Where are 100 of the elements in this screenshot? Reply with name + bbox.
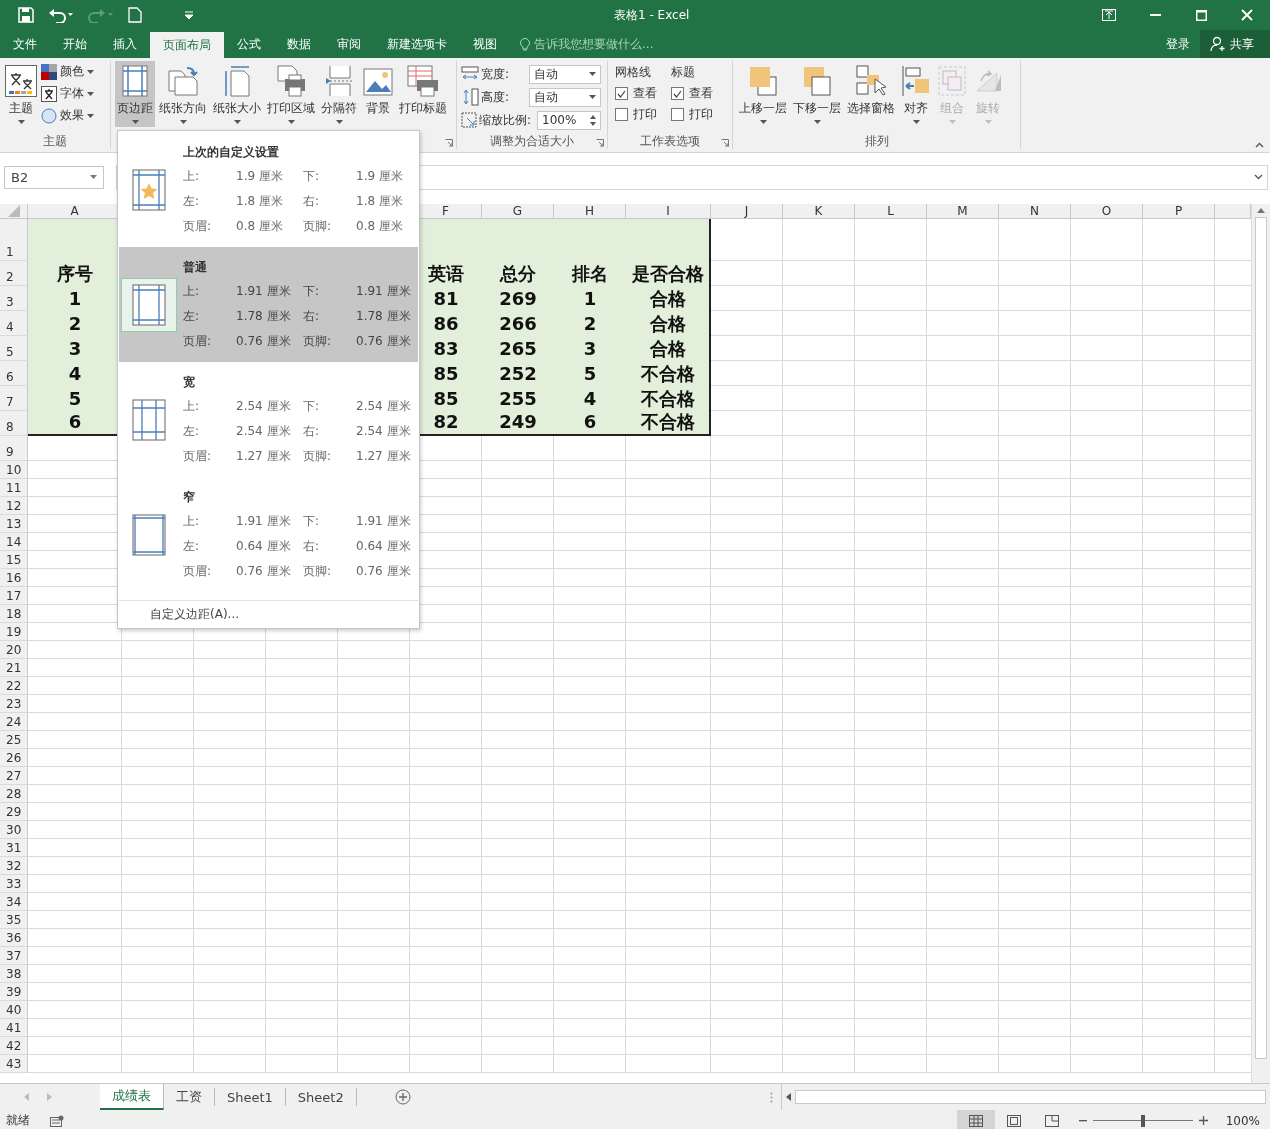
margin-preset-item[interactable]: 普通 上: 1.91 厘米 下: 1.91 厘米 左: 1.78 厘米 右: 1.78 厘米 页眉: 0.76 厘米 页脚: 0.76 厘米	[119, 247, 418, 362]
column-header[interactable]: J	[711, 204, 783, 219]
column-header[interactable]: N	[999, 204, 1071, 219]
row-header[interactable]: 18	[0, 605, 28, 623]
ribbon-tab[interactable]: 视图	[460, 30, 510, 58]
themes-button[interactable]: 主题	[3, 61, 39, 127]
row-header[interactable]: 43	[0, 1055, 28, 1073]
name-box[interactable]: B2	[4, 165, 104, 189]
share-button[interactable]: 共享	[1200, 30, 1270, 58]
customize-toolbar-icon[interactable]	[184, 10, 194, 20]
view-button[interactable]	[956, 1110, 995, 1129]
row-header[interactable]: 36	[0, 929, 28, 947]
row-header[interactable]: 13	[0, 515, 28, 533]
row-header[interactable]: 16	[0, 569, 28, 587]
row-header[interactable]: 28	[0, 785, 28, 803]
page-setup-button[interactable]: 页边距	[115, 61, 155, 127]
theme-option-button[interactable]: 效果	[41, 107, 94, 124]
row-header[interactable]: 39	[0, 983, 28, 1001]
row-header[interactable]: 23	[0, 695, 28, 713]
row-header[interactable]: 20	[0, 641, 28, 659]
ribbon-tab[interactable]: 新建选项卡	[374, 30, 460, 58]
page-setup-button[interactable]: 打印标题	[397, 61, 449, 127]
row-header[interactable]: 15	[0, 551, 28, 569]
page-setup-button[interactable]: 分隔符	[319, 61, 359, 127]
theme-option-button[interactable]: 颜色	[41, 63, 94, 80]
row-header[interactable]: 38	[0, 965, 28, 983]
macro-record-icon[interactable]	[50, 1114, 64, 1127]
ribbon-tab[interactable]: 公式	[224, 30, 274, 58]
row-header[interactable]: 3	[0, 286, 28, 311]
splitter-handle-icon[interactable]	[770, 1091, 773, 1103]
expand-icon[interactable]	[1254, 174, 1263, 180]
row-header[interactable]: 14	[0, 533, 28, 551]
ribbon-tab[interactable]: 开始	[50, 30, 100, 58]
row-header[interactable]: 2	[0, 261, 28, 286]
spin-up-icon[interactable]	[590, 114, 596, 119]
row-header[interactable]: 4	[0, 311, 28, 336]
tell-me-field[interactable]: 告诉我您想要做什么...	[534, 35, 654, 53]
scale-spinner[interactable]: 100%	[537, 110, 601, 130]
row-header[interactable]: 6	[0, 361, 28, 386]
page-setup-button[interactable]: 打印区域	[265, 61, 317, 127]
scroll-left-icon[interactable]	[786, 1093, 791, 1101]
size-dropdown[interactable]: 自动	[529, 64, 601, 84]
row-header[interactable]: 37	[0, 947, 28, 965]
page-setup-button[interactable]: 纸张方向	[157, 61, 209, 127]
undo-icon[interactable]	[48, 7, 74, 23]
column-header[interactable]: H	[554, 204, 626, 219]
sign-in-link[interactable]: 登录	[1156, 30, 1200, 58]
checkbox-label[interactable]: 查看	[633, 85, 657, 102]
arrange-button[interactable]: 上移一层	[737, 61, 789, 127]
spin-down-icon[interactable]	[590, 121, 596, 126]
column-header[interactable]: K	[783, 204, 855, 219]
scrollbar-thumb[interactable]	[795, 1090, 1266, 1104]
vertical-scrollbar[interactable]	[1251, 204, 1270, 1083]
scroll-up-icon[interactable]	[1257, 208, 1265, 213]
page-setup-button[interactable]: 背景	[361, 61, 395, 127]
add-sheet-icon[interactable]	[394, 1089, 411, 1105]
checkbox-label[interactable]: 打印	[689, 106, 713, 123]
ribbon-tab[interactable]: 文件	[0, 30, 50, 58]
column-header[interactable]: M	[927, 204, 999, 219]
zoom-level[interactable]: 100%	[1225, 1113, 1260, 1128]
save-icon[interactable]	[18, 7, 34, 23]
column-header[interactable]: L	[855, 204, 927, 219]
collapse-ribbon-icon[interactable]	[1255, 142, 1264, 148]
row-header[interactable]: 8	[0, 411, 28, 436]
row-header[interactable]: 40	[0, 1001, 28, 1019]
scrollbar-thumb[interactable]	[1255, 217, 1267, 1059]
row-header[interactable]: 35	[0, 911, 28, 929]
row-header[interactable]: 42	[0, 1037, 28, 1055]
row-header[interactable]: 12	[0, 497, 28, 515]
ribbon-tab[interactable]: 审阅	[324, 30, 374, 58]
column-header[interactable]: I	[626, 204, 711, 219]
row-header[interactable]: 11	[0, 479, 28, 497]
custom-margins-item[interactable]: 自定义边距(A)...	[119, 600, 418, 627]
new-document-icon[interactable]	[128, 7, 142, 23]
dialog-launcher-icon[interactable]	[596, 139, 604, 147]
checkbox[interactable]	[615, 87, 628, 100]
row-header[interactable]: 25	[0, 731, 28, 749]
row-header[interactable]: 32	[0, 857, 28, 875]
checkbox-label[interactable]: 查看	[689, 85, 713, 102]
checkbox[interactable]	[671, 108, 684, 121]
row-header[interactable]: 31	[0, 839, 28, 857]
sheet-tab[interactable]: 成绩表	[100, 1084, 164, 1110]
row-header[interactable]: 29	[0, 803, 28, 821]
row-header[interactable]: 17	[0, 587, 28, 605]
checkbox[interactable]	[671, 87, 684, 100]
row-header[interactable]: 1	[0, 219, 28, 261]
arrange-button[interactable]: 下移一层	[791, 61, 843, 127]
row-header[interactable]: 33	[0, 875, 28, 893]
sheet-tab[interactable]: 工资	[164, 1088, 215, 1106]
column-header[interactable]: O	[1071, 204, 1143, 219]
column-header[interactable]: G	[482, 204, 554, 219]
checkbox-label[interactable]: 打印	[633, 106, 657, 123]
row-header[interactable]: 7	[0, 386, 28, 411]
dialog-launcher-icon[interactable]	[445, 139, 453, 147]
row-header[interactable]: 30	[0, 821, 28, 839]
row-header[interactable]: 27	[0, 767, 28, 785]
arrange-button[interactable]: 选择窗格	[845, 61, 897, 127]
row-header[interactable]: 22	[0, 677, 28, 695]
row-header[interactable]: 26	[0, 749, 28, 767]
theme-option-button[interactable]: 字体	[41, 85, 94, 102]
